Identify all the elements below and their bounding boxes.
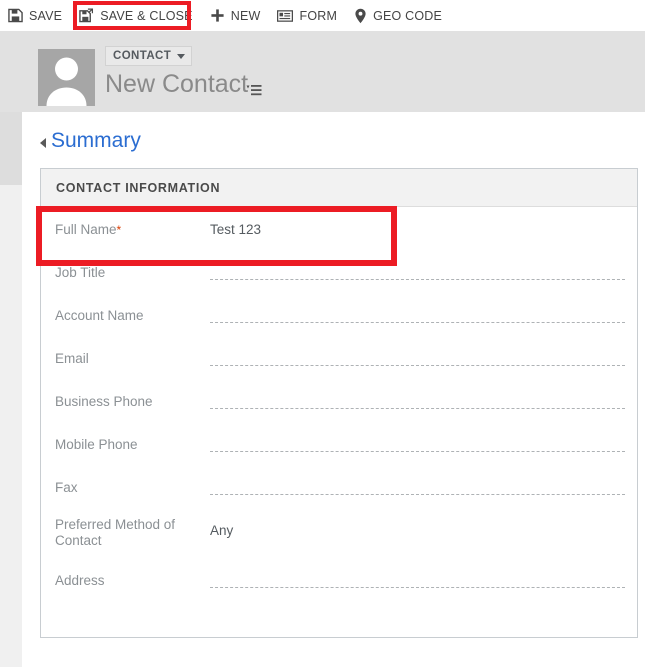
- entity-type-label: CONTACT: [113, 50, 172, 62]
- chevron-down-icon: [177, 53, 186, 59]
- form-button[interactable]: FORM: [269, 1, 346, 30]
- field-input-job-title[interactable]: [210, 250, 637, 293]
- save-button[interactable]: SAVE: [0, 1, 71, 30]
- floppy-disk-arrow-icon: [79, 8, 94, 23]
- field-row-job-title: Job Title: [41, 250, 637, 293]
- field-value-address[interactable]: [210, 572, 625, 588]
- collapse-triangle-icon: [40, 138, 46, 148]
- field-row-address: Address: [41, 558, 637, 601]
- record-header: [0, 31, 645, 112]
- save-and-close-button-label: SAVE & CLOSE: [100, 8, 193, 23]
- form-button-label: FORM: [299, 8, 338, 23]
- left-rail: [0, 112, 22, 185]
- plus-icon: [210, 8, 225, 23]
- map-pin-icon: [354, 8, 367, 24]
- form-card-icon: [277, 9, 294, 23]
- entity-type-selector[interactable]: CONTACT: [105, 46, 193, 66]
- field-input-full-name[interactable]: Test 123: [210, 207, 637, 250]
- field-value-fax[interactable]: [210, 479, 625, 495]
- save-and-close-button[interactable]: SAVE & CLOSE: [71, 1, 201, 30]
- avatar: [38, 49, 95, 106]
- page-title: New Contact: [105, 70, 249, 98]
- tab-summary[interactable]: Summary: [40, 129, 141, 153]
- field-input-mobile-phone[interactable]: [210, 422, 637, 465]
- field-label-business-phone: Business Phone: [55, 394, 153, 409]
- field-value-email[interactable]: [210, 350, 625, 366]
- field-label-address: Address: [55, 573, 105, 588]
- field-value-account-name[interactable]: [210, 307, 625, 323]
- section-header: CONTACT INFORMATION: [41, 169, 637, 207]
- section-title: CONTACT INFORMATION: [56, 180, 221, 195]
- new-button-label: NEW: [230, 8, 261, 23]
- field-list: Full Name* Test 123 Job Title Account Na…: [41, 207, 637, 601]
- field-input-email[interactable]: [210, 336, 637, 379]
- field-row-mobile-phone: Mobile Phone: [41, 422, 637, 465]
- required-asterisk-icon: *: [116, 223, 122, 237]
- field-input-fax[interactable]: [210, 465, 637, 508]
- field-input-business-phone[interactable]: [210, 379, 637, 422]
- tab-summary-label: Summary: [51, 129, 141, 152]
- contact-information-section: CONTACT INFORMATION Full Name* Test 123 …: [40, 168, 638, 638]
- field-label-mobile-phone: Mobile Phone: [55, 437, 138, 452]
- field-value-job-title[interactable]: [210, 264, 625, 280]
- geo-code-button-label: GEO CODE: [373, 8, 443, 23]
- field-value-full-name[interactable]: Test 123: [210, 222, 261, 237]
- field-label-account-name: Account Name: [55, 308, 144, 323]
- field-label-full-name: Full Name*: [55, 222, 122, 237]
- field-input-account-name[interactable]: [210, 293, 637, 336]
- field-label-job-title: Job Title: [55, 265, 106, 280]
- field-row-email: Email: [41, 336, 637, 379]
- field-value-preferred-method-of-contact[interactable]: Any: [210, 523, 233, 538]
- geo-code-button[interactable]: GEO CODE: [346, 1, 451, 30]
- field-input-preferred-method-of-contact[interactable]: Any: [210, 508, 637, 558]
- floppy-disk-icon: [8, 8, 23, 23]
- field-row-full-name: Full Name* Test 123: [41, 207, 637, 250]
- field-label-preferred-method-of-contact: Preferred Method of Contact: [55, 517, 176, 548]
- record-set-menu-icon[interactable]: [246, 84, 262, 97]
- field-row-account-name: Account Name: [41, 293, 637, 336]
- new-button[interactable]: NEW: [202, 1, 270, 30]
- field-label-fax: Fax: [55, 480, 78, 495]
- field-row-preferred-method-of-contact: Preferred Method of Contact Any: [41, 508, 637, 558]
- field-value-business-phone[interactable]: [210, 393, 625, 409]
- field-row-business-phone: Business Phone: [41, 379, 637, 422]
- field-value-mobile-phone[interactable]: [210, 436, 625, 452]
- person-placeholder-icon: [46, 57, 87, 106]
- save-button-label: SAVE: [29, 8, 63, 23]
- field-row-fax: Fax: [41, 465, 637, 508]
- field-label-email: Email: [55, 351, 89, 366]
- field-input-address[interactable]: [210, 558, 637, 601]
- command-bar: SAVE SAVE & CLOSE NEW FORM GEO CODE: [0, 0, 645, 31]
